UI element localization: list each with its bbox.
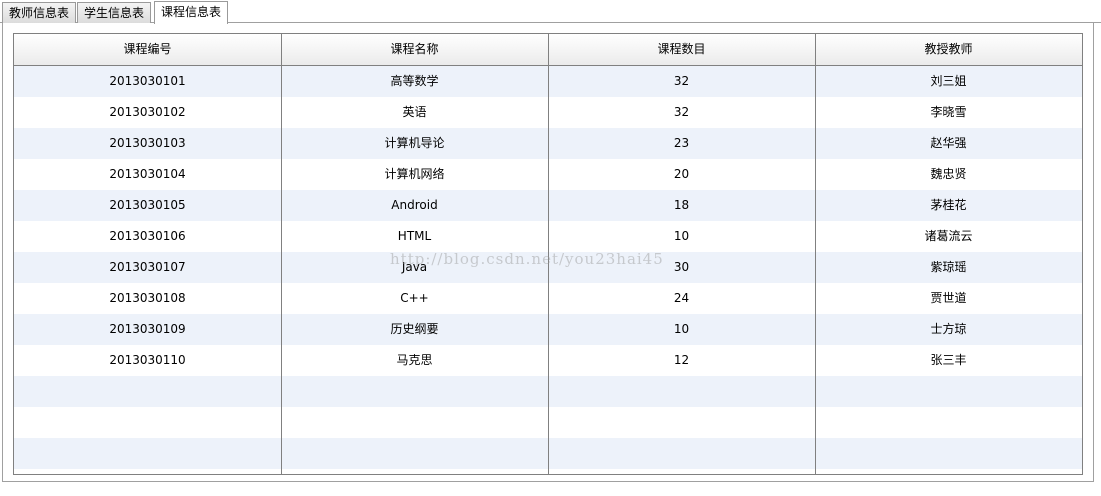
column-divider — [815, 34, 816, 474]
column-divider — [281, 34, 282, 474]
column-divider — [548, 34, 549, 474]
cell-teacher: 紫琼瑶 — [930, 260, 967, 274]
cell-teacher: 张三丰 — [930, 353, 967, 367]
cell-course-name: 计算机网络 — [384, 167, 445, 181]
cell-course-name: 计算机导论 — [384, 136, 445, 150]
cell-course-count: 23 — [673, 136, 690, 150]
cell-course-id: 2013030106 — [109, 229, 186, 243]
cell-teacher: 诸葛流云 — [924, 229, 973, 243]
cell-course-id: 2013030102 — [109, 105, 186, 119]
header-course-name[interactable]: 课程名称 — [281, 34, 548, 65]
cell-course-id: 2013030108 — [109, 291, 186, 305]
cell-teacher: 魏忠贤 — [930, 167, 967, 181]
cell-course-name: HTML — [397, 229, 432, 243]
cell-course-count: 10 — [673, 229, 690, 243]
cell-course-name: 高等数学 — [390, 74, 439, 88]
tab-teacher-info[interactable]: 教师信息表 — [2, 2, 77, 23]
cell-course-id: 2013030109 — [109, 322, 186, 336]
cell-course-count: 20 — [673, 167, 690, 181]
tab-content-panel: 课程编号 课程名称 课程数目 教授教师 2013030101 高等数学 32 刘三姐 2… — [2, 23, 1094, 482]
cell-course-id: 2013030105 — [109, 198, 186, 212]
cell-course-id: 2013030104 — [109, 167, 186, 181]
cell-course-name: 马克思 — [396, 353, 433, 367]
cell-teacher: 李晓雪 — [930, 105, 967, 119]
header-course-count[interactable]: 课程数目 — [548, 34, 815, 65]
cell-course-count: 12 — [673, 353, 690, 367]
cell-course-name: Java — [401, 260, 428, 274]
cell-teacher: 赵华强 — [930, 136, 967, 150]
cell-course-count: 30 — [673, 260, 690, 274]
cell-course-id: 2013030103 — [109, 136, 186, 150]
cell-course-count: 24 — [673, 291, 690, 305]
cell-course-count: 32 — [673, 74, 690, 88]
cell-teacher: 士方琼 — [930, 322, 967, 336]
cell-course-count: 32 — [673, 105, 690, 119]
cell-course-id: 2013030107 — [109, 260, 186, 274]
header-course-id[interactable]: 课程编号 — [14, 34, 281, 65]
tab-bar: 教师信息表 学生信息表 课程信息表 — [0, 0, 1101, 24]
course-table: 课程编号 课程名称 课程数目 教授教师 2013030101 高等数学 32 刘三姐 2… — [13, 33, 1083, 475]
tab-student-info[interactable]: 学生信息表 — [77, 2, 152, 23]
cell-course-name: Android — [391, 198, 438, 212]
cell-teacher: 贾世道 — [930, 291, 967, 305]
cell-course-name: 历史纲要 — [390, 322, 439, 336]
cell-teacher: 茅桂花 — [930, 198, 967, 212]
cell-course-count: 10 — [673, 322, 690, 336]
header-teacher[interactable]: 教授教师 — [815, 34, 1082, 65]
cell-course-id: 2013030101 — [109, 74, 186, 88]
cell-course-name: C++ — [400, 291, 429, 305]
tab-course-info[interactable]: 课程信息表 — [154, 1, 229, 24]
cell-teacher: 刘三姐 — [930, 74, 967, 88]
cell-course-name: 英语 — [402, 105, 427, 119]
cell-course-count: 18 — [673, 198, 690, 212]
cell-course-id: 2013030110 — [109, 353, 186, 367]
